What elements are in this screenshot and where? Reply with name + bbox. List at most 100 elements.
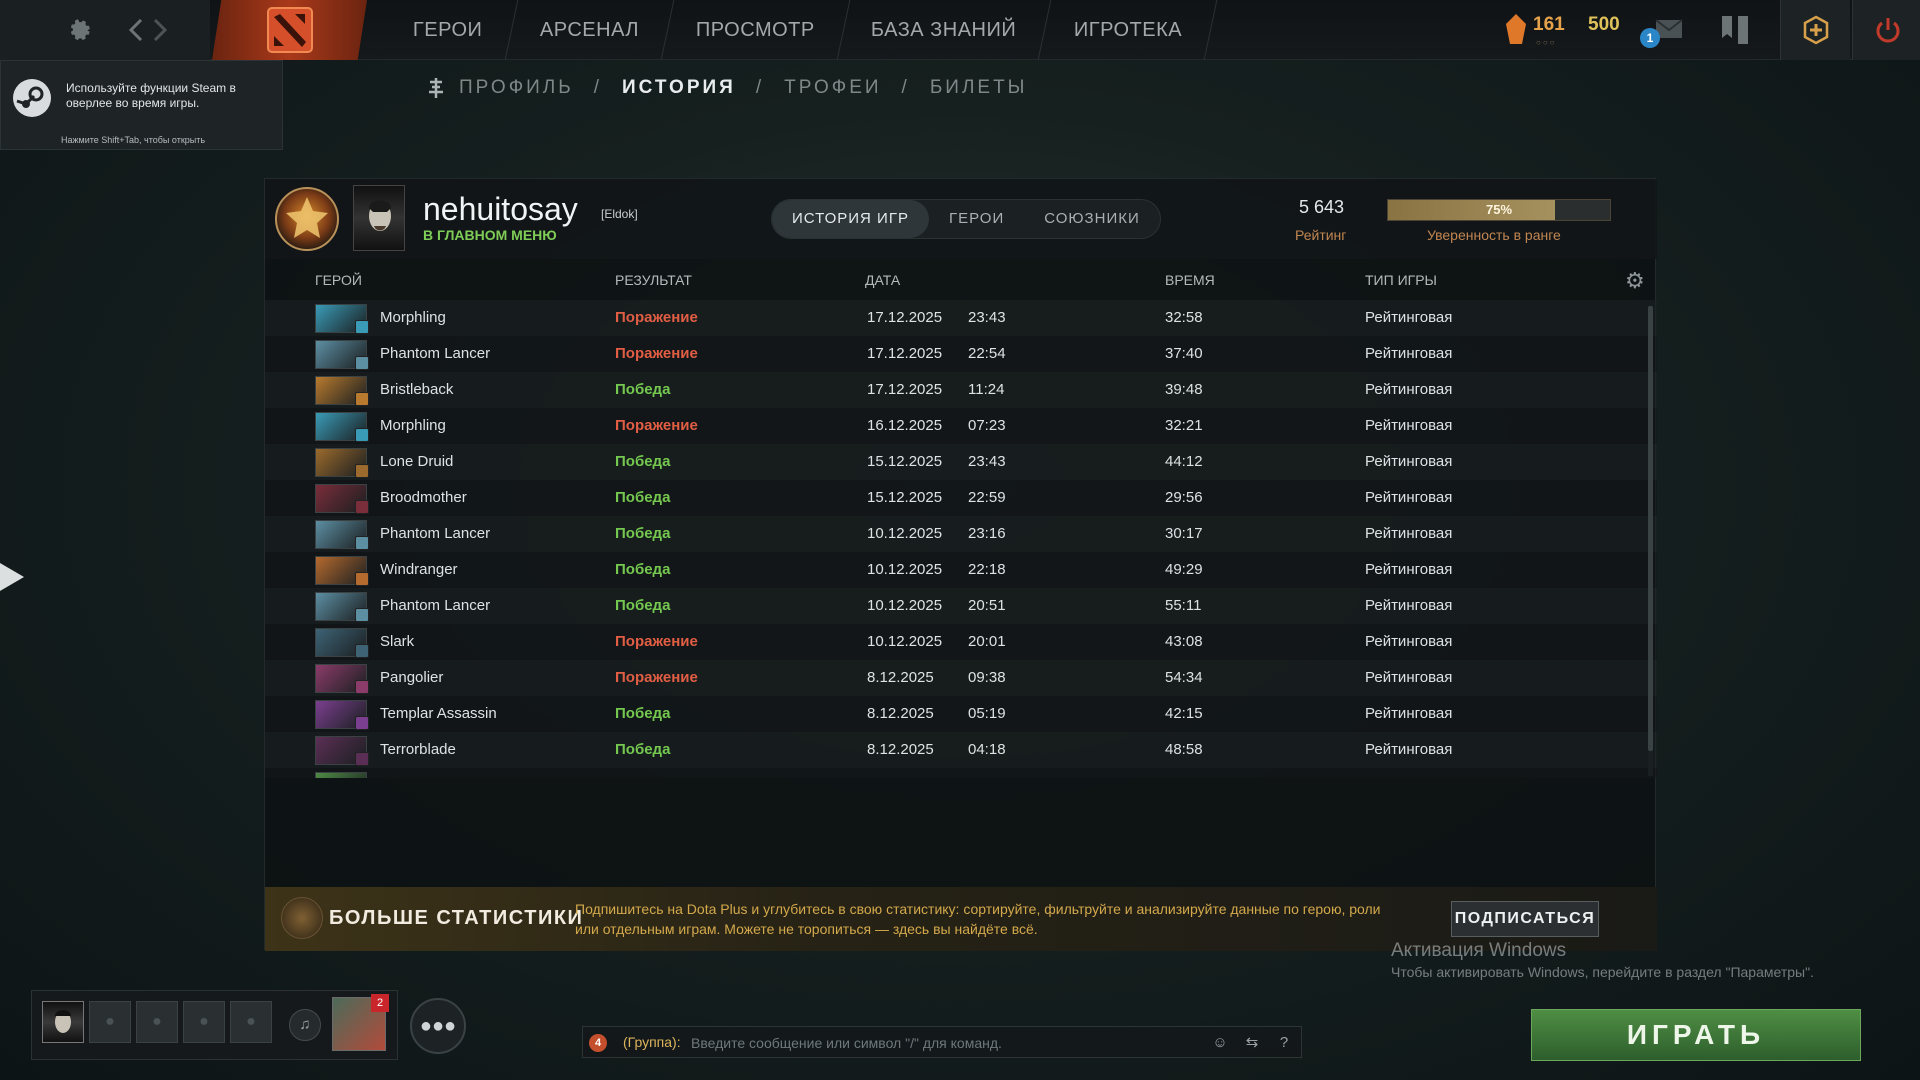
mail-button[interactable]: 1 <box>1640 10 1686 50</box>
self-avatar <box>55 1010 71 1033</box>
party-slot-empty[interactable]: ● <box>89 1001 131 1043</box>
party-slot-empty[interactable]: ● <box>183 1001 225 1043</box>
tab-heroes[interactable]: ГЕРОИ <box>929 200 1024 238</box>
match-date: 16.12.2025 <box>867 417 943 434</box>
table-row[interactable]: Lone Druid Победа 15.12.2025 23:43 44:12 Рейт… <box>265 444 1657 480</box>
match-date: 6.12.2025 <box>867 777 934 778</box>
match-result: Победа <box>615 705 671 722</box>
subscribe-button[interactable]: ПОДПИСАТЬСЯ <box>1451 901 1599 937</box>
dota-plus-button[interactable] <box>1780 0 1850 60</box>
table-row[interactable]: Pangolier Поражение 8.12.2025 09:38 54:34 Рей… <box>265 660 1657 696</box>
chat-channel-label[interactable]: (Группа): <box>623 1034 681 1050</box>
hero-name: Phantom Lancer <box>380 525 491 542</box>
settings-gear-icon[interactable] <box>60 12 96 48</box>
subnav-separator: / <box>755 77 765 98</box>
dota-plus-emblem-icon <box>281 897 323 939</box>
rating-value: 5 643 <box>1299 197 1345 217</box>
hero-role-icon <box>355 500 369 514</box>
column-header-hero[interactable]: ГЕРОЙ <box>315 272 362 288</box>
nav-tab-game-library[interactable]: ИГРОТЕКА <box>1039 0 1218 60</box>
hero-role-icon <box>355 464 369 478</box>
chat-input[interactable] <box>691 1031 1196 1055</box>
subnav-profile[interactable]: ПРОФИЛЬ <box>459 77 574 99</box>
upsell-description: Подпишитесь на Dota Plus и углубитесь в … <box>575 901 1381 937</box>
scrollbar-thumb[interactable] <box>1648 306 1653 751</box>
table-row[interactable]: Phantom Lancer Победа 10.12.2025 23:16 30:17… <box>265 516 1657 552</box>
help-icon[interactable]: ? <box>1271 1031 1297 1055</box>
table-row[interactable]: Phantom Lancer Победа 10.12.2025 20:51 55:11… <box>265 588 1657 624</box>
party-bar: ● ● ● ● ♫ 2 <box>31 990 398 1060</box>
table-row[interactable]: Slark Поражение 10.12.2025 20:01 43:08 Рейтин… <box>265 624 1657 660</box>
nav-tab-heroes[interactable]: ГЕРОИ <box>378 0 518 60</box>
subnav-history[interactable]: ИСТОРИЯ <box>622 77 736 99</box>
party-slot-empty[interactable]: ● <box>230 1001 272 1043</box>
armory-button[interactable] <box>1718 14 1754 46</box>
table-row[interactable]: Windranger Победа 10.12.2025 22:18 49:29 Рейт… <box>265 552 1657 588</box>
profile-subnav: ПРОФИЛЬ / ИСТОРИЯ / ТРОФЕИ / БИЛЕТЫ <box>425 75 1028 101</box>
tab-allies[interactable]: СОЮЗНИКИ <box>1024 200 1160 238</box>
match-result: Поражение <box>615 669 698 686</box>
match-result: Поражение <box>615 417 698 434</box>
top-navigation-bar: ГЕРОИ АРСЕНАЛ ПРОСМОТР БАЗА ЗНАНИЙ ИГРОТ… <box>0 0 1920 60</box>
shard-icon <box>1506 14 1526 44</box>
table-row[interactable]: Morphling Поражение 16.12.2025 07:23 32:21 Ре… <box>265 408 1657 444</box>
hero-role-icon <box>355 608 369 622</box>
column-header-game-type[interactable]: ТИП ИГРЫ <box>1365 272 1437 288</box>
points-count[interactable]: 500 <box>1588 14 1620 36</box>
chat-unread-badge[interactable]: 4 <box>589 1034 607 1052</box>
hero-name: Bristleback <box>380 381 454 398</box>
power-button[interactable] <box>1852 0 1920 60</box>
party-slot-empty[interactable]: ● <box>136 1001 178 1043</box>
table-row[interactable]: Earth Spirit Победа 6.12.2025 21:54 34:31 Рей… <box>265 768 1657 778</box>
dota-logo-button[interactable] <box>212 0 367 60</box>
match-duration: 55:11 <box>1165 597 1202 614</box>
emoji-icon[interactable]: ☺ <box>1207 1031 1233 1055</box>
column-header-duration[interactable]: ВРЕМЯ <box>1165 272 1215 288</box>
nav-tab-knowledge-base[interactable]: БАЗА ЗНАНИЙ <box>837 0 1053 60</box>
mouse-cursor-icon <box>0 563 24 591</box>
find-party-people-icon[interactable]: ●●● <box>410 998 466 1054</box>
table-settings-gear-icon[interactable]: ⚙ <box>1625 269 1649 293</box>
hero-portrait <box>315 772 367 778</box>
profile-header: nehuitosay [Eldok] В ГЛАВНОМ МЕНЮ ИСТОРИ… <box>265 179 1657 259</box>
party-slot-self[interactable] <box>42 1001 84 1043</box>
nav-tab-watch[interactable]: ПРОСМОТР <box>661 0 850 60</box>
nav-tab-arsenal[interactable]: АРСЕНАЛ <box>505 0 674 60</box>
match-type: Рейтинговая <box>1365 525 1453 542</box>
tab-match-history[interactable]: ИСТОРИЯ ИГР <box>772 200 929 238</box>
user-silhouette-icon: ● <box>105 1013 115 1030</box>
hero-name: Phantom Lancer <box>380 597 491 614</box>
hero-name: Terrorblade <box>380 741 456 758</box>
match-type: Рейтинговая <box>1365 705 1453 722</box>
rating-label: Рейтинг <box>1295 227 1347 243</box>
match-result: Победа <box>615 489 671 506</box>
table-row[interactable]: Terrorblade Победа 8.12.2025 04:18 48:58 Рейт… <box>265 732 1657 768</box>
column-header-date[interactable]: ДАТА <box>865 272 900 288</box>
subnav-trophies[interactable]: ТРОФЕИ <box>784 77 881 99</box>
dota-logo-icon <box>266 7 313 53</box>
match-type: Рейтинговая <box>1365 453 1453 470</box>
match-date: 17.12.2025 <box>867 381 943 398</box>
voice-chat-headset-icon[interactable]: ♫ <box>289 1009 321 1041</box>
table-row[interactable]: Phantom Lancer Поражение 17.12.2025 22:54 37… <box>265 336 1657 372</box>
match-type: Рейтинговая <box>1365 309 1453 326</box>
match-start-time: 20:01 <box>968 633 1006 650</box>
play-button[interactable]: ИГРАТЬ <box>1531 1009 1861 1061</box>
table-row[interactable]: Templar Assassin Победа 8.12.2025 05:19 42:1… <box>265 696 1657 732</box>
user-silhouette-icon: ● <box>246 1013 256 1030</box>
translate-icon[interactable]: ⇆ <box>1239 1031 1265 1055</box>
table-row[interactable]: Bristleback Победа 17.12.2025 11:24 39:48 Рей… <box>265 372 1657 408</box>
player-avatar[interactable] <box>353 185 405 251</box>
active-game-tile[interactable]: 2 <box>332 994 389 1051</box>
hero-role-icon <box>355 392 369 406</box>
hero-name: Windranger <box>380 561 458 578</box>
dota-plus-icon <box>1803 15 1828 45</box>
subnav-tickets[interactable]: БИЛЕТЫ <box>930 77 1028 99</box>
forward-arrow-icon[interactable] <box>142 12 178 48</box>
table-row[interactable]: Morphling Поражение 17.12.2025 23:43 32:58 Ре… <box>265 300 1657 336</box>
match-list-scrollbar[interactable] <box>1648 306 1653 776</box>
table-row[interactable]: Broodmother Победа 15.12.2025 22:59 29:56 Рей… <box>265 480 1657 516</box>
match-duration: 44:12 <box>1165 453 1203 470</box>
hero-name: Morphling <box>380 417 446 434</box>
column-header-result[interactable]: РЕЗУЛЬТАТ <box>615 272 692 288</box>
